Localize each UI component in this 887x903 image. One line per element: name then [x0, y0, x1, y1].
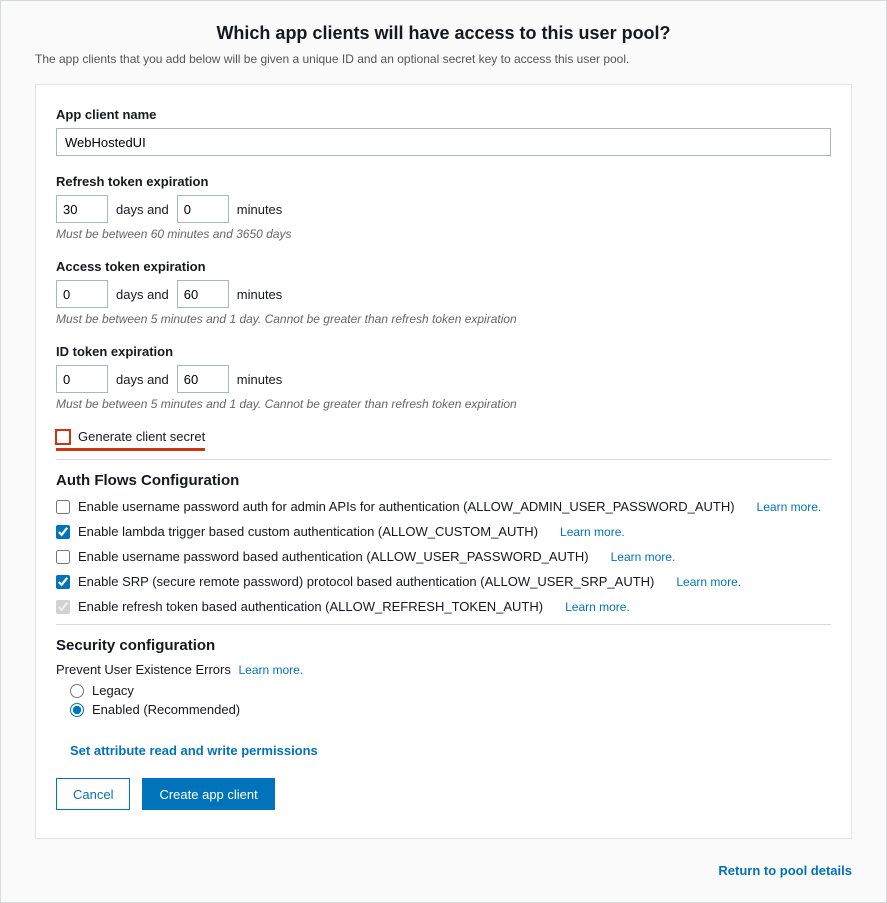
refresh-days-input[interactable]: [56, 195, 108, 223]
auth-flow-learn-more-link[interactable]: Learn more.: [560, 525, 625, 539]
auth-flows-heading: Auth Flows Configuration: [56, 472, 831, 489]
minutes-label: minutes: [237, 287, 283, 302]
id-minutes-input[interactable]: [177, 365, 229, 393]
auth-flow-label: Enable username password based authentic…: [78, 549, 589, 564]
auth-flow-label: Enable lambda trigger based custom authe…: [78, 524, 538, 539]
auth-flow-label: Enable username password auth for admin …: [78, 499, 735, 514]
id-helper: Must be between 5 minutes and 1 day. Can…: [56, 397, 831, 411]
auth-flow-learn-more-link[interactable]: Learn more.: [757, 500, 822, 514]
separator: [56, 459, 831, 460]
auth-flow-learn-more-link[interactable]: Learn more.: [565, 600, 630, 614]
page-title: Which app clients will have access to th…: [1, 23, 886, 44]
app-client-name-input[interactable]: [56, 128, 831, 156]
page-container: Which app clients will have access to th…: [0, 0, 887, 903]
minutes-label: minutes: [237, 372, 283, 387]
legacy-radio[interactable]: [70, 684, 84, 698]
auth-flow-row: Enable SRP (secure remote password) prot…: [56, 574, 831, 589]
enabled-radio[interactable]: [70, 703, 84, 717]
cancel-button[interactable]: Cancel: [56, 778, 130, 810]
create-app-client-button[interactable]: Create app client: [142, 778, 274, 810]
access-helper: Must be between 5 minutes and 1 day. Can…: [56, 312, 831, 326]
auth-flow-checkbox-1[interactable]: [56, 525, 70, 539]
prevent-errors-label: Prevent User Existence Errors: [56, 662, 231, 677]
auth-flow-learn-more-link[interactable]: Learn more.: [611, 550, 676, 564]
auth-flow-row: Enable lambda trigger based custom authe…: [56, 524, 831, 539]
security-heading: Security configuration: [56, 637, 831, 654]
refresh-token-label: Refresh token expiration: [56, 174, 831, 189]
auth-flow-row: Enable username password auth for admin …: [56, 499, 831, 514]
return-to-pool-link[interactable]: Return to pool details: [1, 863, 852, 878]
legacy-radio-label: Legacy: [92, 683, 134, 698]
page-subtitle: The app clients that you add below will …: [35, 52, 886, 66]
generate-secret-label: Generate client secret: [78, 429, 205, 444]
auth-flow-row: Enable refresh token based authenticatio…: [56, 599, 831, 614]
days-and-label: days and: [116, 287, 169, 302]
auth-flow-checkbox-3[interactable]: [56, 575, 70, 589]
auth-flow-checkbox-2[interactable]: [56, 550, 70, 564]
set-attribute-permissions-link[interactable]: Set attribute read and write permissions: [70, 743, 831, 758]
auth-flow-checkbox-0[interactable]: [56, 500, 70, 514]
generate-secret-row: Generate client secret: [56, 429, 205, 451]
separator: [56, 624, 831, 625]
access-token-label: Access token expiration: [56, 259, 831, 274]
auth-flow-label: Enable refresh token based authenticatio…: [78, 599, 543, 614]
auth-flows-list: Enable username password auth for admin …: [56, 499, 831, 614]
auth-flow-learn-more-link[interactable]: Learn more.: [676, 575, 741, 589]
auth-flow-label: Enable SRP (secure remote password) prot…: [78, 574, 654, 589]
generate-secret-checkbox[interactable]: [56, 430, 70, 444]
auth-flow-checkbox-4: [56, 600, 70, 614]
auth-flow-row: Enable username password based authentic…: [56, 549, 831, 564]
app-client-panel: App client name Refresh token expiration…: [35, 84, 852, 839]
security-learn-more-link[interactable]: Learn more.: [238, 663, 303, 677]
refresh-helper: Must be between 60 minutes and 3650 days: [56, 227, 831, 241]
id-days-input[interactable]: [56, 365, 108, 393]
minutes-label: minutes: [237, 202, 283, 217]
days-and-label: days and: [116, 202, 169, 217]
refresh-minutes-input[interactable]: [177, 195, 229, 223]
access-minutes-input[interactable]: [177, 280, 229, 308]
access-days-input[interactable]: [56, 280, 108, 308]
app-client-name-label: App client name: [56, 107, 831, 122]
id-token-label: ID token expiration: [56, 344, 831, 359]
days-and-label: days and: [116, 372, 169, 387]
enabled-radio-label: Enabled (Recommended): [92, 702, 240, 717]
